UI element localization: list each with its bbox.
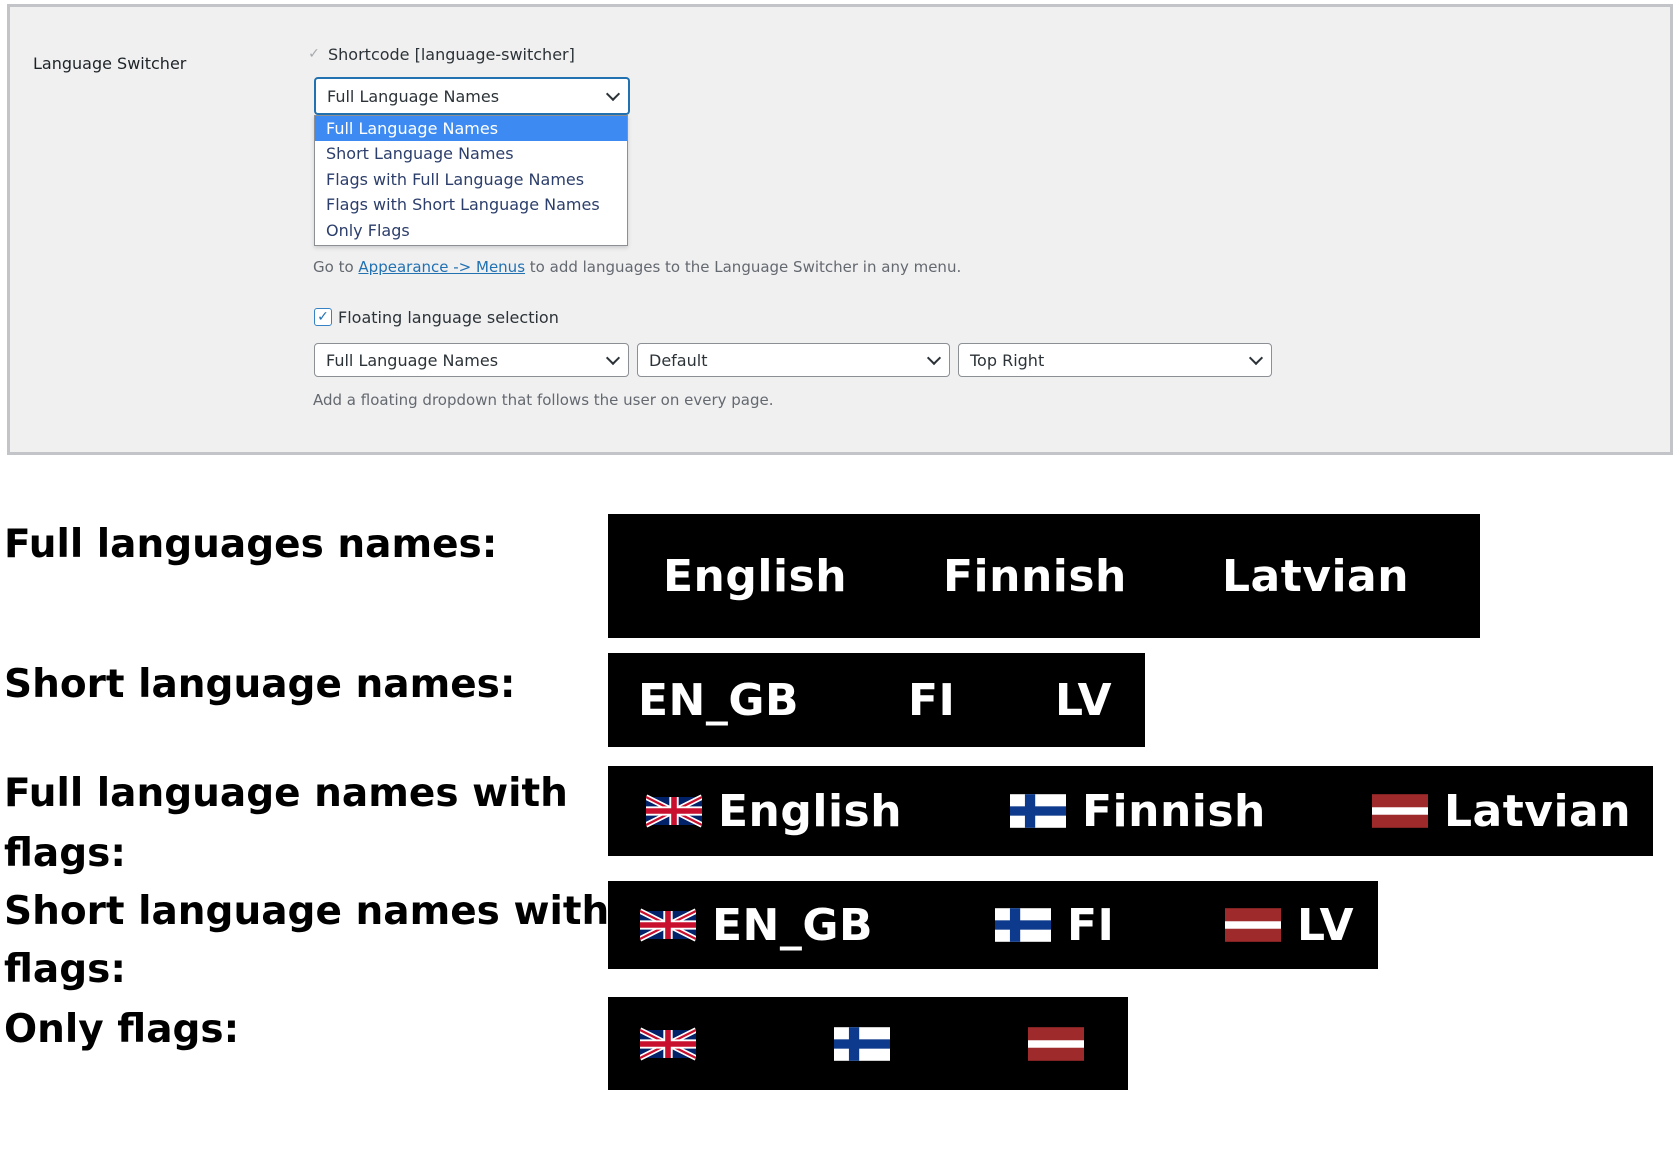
finland-flag-icon	[995, 908, 1051, 942]
finland-flag-icon	[834, 1027, 890, 1061]
short-flags-label-line1: Short language names with	[4, 889, 610, 934]
floating-format-select[interactable]: Full Language Names	[314, 343, 629, 377]
short-names-bar: EN_GB FI LV	[608, 653, 1145, 747]
lang-latvian[interactable]: Latvian	[1222, 514, 1409, 638]
only-flags-bar	[608, 997, 1128, 1090]
floating-style-select[interactable]: Default	[637, 343, 950, 377]
lang-english[interactable]: English	[663, 514, 847, 638]
checkmark-icon: ✓	[308, 46, 320, 62]
latvia-flag-icon	[1028, 1027, 1084, 1061]
full-names-label: Full languages names:	[4, 522, 498, 567]
uk-flag-icon	[640, 1027, 696, 1061]
lang-latvian-flag[interactable]: Latvian	[1372, 766, 1631, 856]
chevron-down-icon	[605, 350, 621, 366]
lang-fi[interactable]: FI	[908, 653, 955, 747]
chevron-down-icon	[926, 350, 942, 366]
latvia-flag-icon	[1225, 908, 1281, 942]
flag-lv-button[interactable]	[1028, 997, 1100, 1090]
lang-finnish-flag[interactable]: Finnish	[1010, 766, 1266, 856]
floating-hint: Add a floating dropdown that follows the…	[313, 391, 774, 409]
full-flags-label-line1: Full language names with	[4, 771, 568, 816]
appearance-menus-link[interactable]: Appearance -> Menus	[358, 258, 525, 276]
full-flags-label-line2: flags:	[4, 831, 126, 876]
full-names-bar: English Finnish Latvian	[608, 514, 1480, 638]
only-flags-label: Only flags:	[4, 1007, 240, 1052]
option-flags-full-names[interactable]: Flags with Full Language Names	[315, 167, 627, 192]
option-full-language-names[interactable]: Full Language Names	[315, 116, 627, 142]
shortcode-label: Shortcode [language-switcher]	[328, 44, 575, 64]
flag-fi-button[interactable]	[834, 997, 906, 1090]
lang-fi-flag[interactable]: FI	[995, 881, 1114, 969]
menu-hint: Go to Appearance -> Menus to add languag…	[313, 258, 962, 276]
lang-lv-flag[interactable]: LV	[1225, 881, 1354, 969]
short-flags-bar: EN_GB FI LV	[608, 881, 1378, 969]
latvia-flag-icon	[1372, 794, 1428, 828]
floating-checkbox-row[interactable]: ✓ Floating language selection	[314, 306, 559, 328]
language-switcher-settings-panel: Language Switcher	[7, 4, 1673, 455]
shortcode-format-value: Full Language Names	[327, 86, 500, 106]
uk-flag-icon	[646, 794, 702, 828]
option-flags-short-names[interactable]: Flags with Short Language Names	[315, 192, 627, 217]
lang-lv[interactable]: LV	[1055, 653, 1112, 747]
short-flags-label-line2: flags:	[4, 947, 126, 992]
shortcode-checkbox-row: ✓ Shortcode [language-switcher]	[306, 43, 575, 65]
finland-flag-icon	[1010, 794, 1066, 828]
lang-finnish[interactable]: Finnish	[943, 514, 1127, 638]
short-names-label: Short language names:	[4, 662, 516, 707]
chevron-down-icon	[605, 86, 621, 102]
flag-uk-button[interactable]	[640, 997, 712, 1090]
lang-en-gb-flag[interactable]: EN_GB	[640, 881, 873, 969]
floating-position-select[interactable]: Top Right	[958, 343, 1272, 377]
uk-flag-icon	[640, 908, 696, 942]
chevron-down-icon	[1248, 350, 1264, 366]
floating-label: Floating language selection	[338, 307, 559, 327]
option-short-language-names[interactable]: Short Language Names	[315, 141, 627, 166]
option-only-flags[interactable]: Only Flags	[315, 218, 627, 243]
format-dropdown-list: Full Language Names Short Language Names…	[314, 115, 628, 246]
shortcode-format-select[interactable]: Full Language Names	[314, 77, 630, 115]
checkbox-checked-icon[interactable]: ✓	[314, 308, 332, 326]
full-flags-bar: English Finnish Latvian	[608, 766, 1653, 856]
lang-en-gb[interactable]: EN_GB	[638, 653, 799, 747]
row-label: Language Switcher	[33, 54, 187, 73]
lang-english-flag[interactable]: English	[646, 766, 902, 856]
